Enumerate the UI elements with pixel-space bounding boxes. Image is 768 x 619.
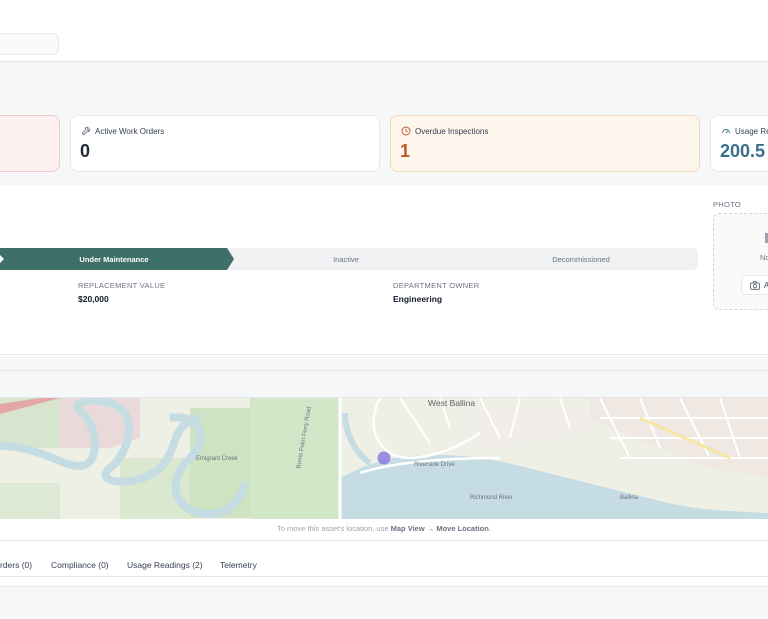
stat-label: Overdue Inspections — [415, 127, 489, 136]
tab-usage-readings[interactable]: Usage Readings (2) — [127, 560, 203, 570]
map-label-riverside-drive: Riverside Drive — [414, 462, 455, 468]
gauge-icon — [722, 129, 730, 134]
stat-label: Active Work Orders — [95, 127, 165, 136]
tab-compliance[interactable]: Compliance (0) — [51, 560, 109, 570]
lifecycle-step-under-maintenance[interactable]: Under Maintenance — [0, 255, 228, 264]
top-bar — [0, 0, 768, 62]
overdue-inspections-card[interactable]: Overdue Inspections 1 — [390, 115, 700, 172]
replacement-value-label: REPLACEMENT VALUE — [78, 281, 166, 290]
tab-telemetry[interactable]: Telemetry — [220, 560, 257, 570]
asset-details-section — [0, 185, 768, 355]
add-photo-button[interactable]: A — [741, 275, 768, 295]
tab-bar — [0, 540, 768, 577]
divider — [0, 370, 768, 371]
department-owner-value: Engineering — [393, 294, 443, 304]
stat-value: 200.5 — [720, 141, 766, 161]
lifecycle-step-inactive[interactable]: Inactive — [240, 255, 452, 264]
move-location-hint: To move this asset's location, use Map V… — [0, 524, 768, 533]
lifecycle-step-decommissioned[interactable]: Decommissioned — [464, 255, 698, 264]
map-tiles — [0, 398, 768, 519]
location-map[interactable]: West Ballina Riverside Drive Richmond Ri… — [0, 398, 768, 519]
usage-readings-card[interactable]: Usage Rea 200.5 — [710, 115, 768, 172]
location-header-band — [0, 356, 768, 398]
photo-label: PHOTO — [713, 200, 742, 209]
map-label-emigrant-creek: Emigrant Creek — [196, 456, 238, 462]
search-input[interactable] — [0, 33, 59, 55]
tab-work-orders[interactable]: rders (0) — [0, 560, 32, 570]
hint-suffix: . — [488, 524, 491, 533]
stat-value: 1 — [400, 141, 411, 161]
stat-label: Usage Rea — [735, 127, 768, 136]
hint-action: Map View → Move Location — [390, 524, 489, 533]
map-label-ballina: Ballina — [620, 495, 639, 501]
stat-value: 0 — [80, 141, 91, 161]
map-label-richmond-river: Richmond River — [470, 495, 513, 501]
add-photo-label: A — [764, 281, 768, 290]
clock-icon — [401, 126, 411, 136]
active-work-orders-card[interactable]: Active Work Orders 0 — [70, 115, 380, 172]
map-label-west-ballina: West Ballina — [428, 398, 476, 408]
no-photo-text: No — [760, 253, 768, 262]
camera-icon — [750, 281, 760, 290]
replacement-value: $20,000 — [78, 294, 109, 304]
tab-content — [0, 586, 768, 619]
department-owner-label: DEPARTMENT OWNER — [393, 281, 480, 290]
hint-prefix: To move this asset's location, use — [277, 524, 391, 533]
alert-stat-card — [0, 115, 60, 172]
wrench-icon — [81, 126, 91, 136]
